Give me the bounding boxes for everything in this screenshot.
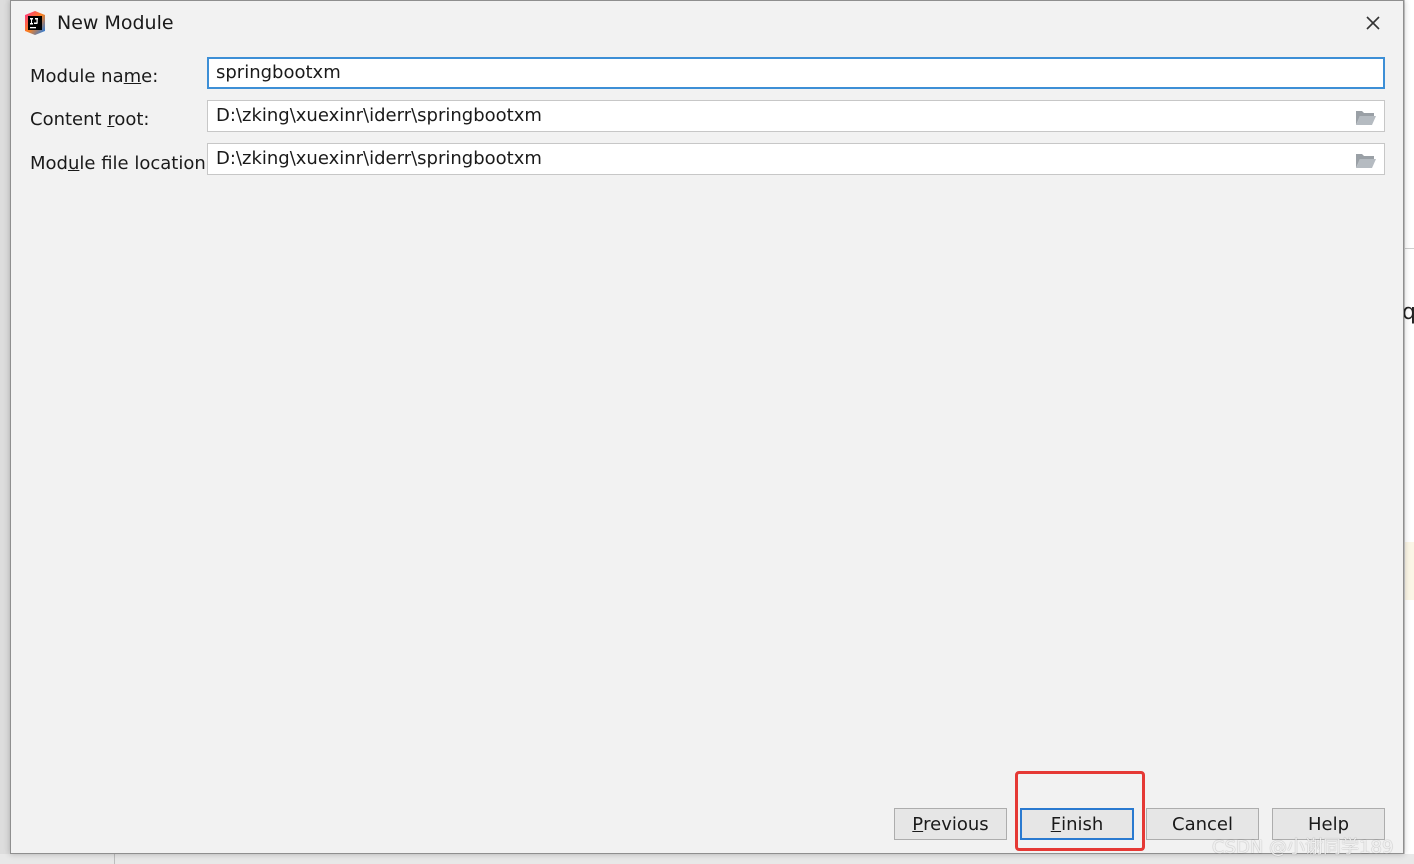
folder-open-icon[interactable] [1354, 107, 1378, 127]
module-file-location-input[interactable]: D:\zking\xuexinr\iderr\springbootxm [207, 143, 1385, 175]
module-name-input[interactable]: springbootxm [207, 57, 1385, 89]
folder-open-icon[interactable] [1354, 150, 1378, 170]
close-icon[interactable] [1357, 9, 1389, 37]
content-root-label: Content root: [30, 109, 150, 130]
background-bottom-divider [114, 854, 115, 864]
background-window-edge [0, 0, 10, 864]
dialog-titlebar: New Module [11, 1, 1403, 45]
previous-button[interactable]: Previous [894, 808, 1007, 840]
new-module-dialog: New Module Module name: springbootxm Con… [10, 0, 1404, 854]
module-file-location-label: Module file location: [30, 153, 212, 174]
background-bottom-bar [0, 854, 1414, 864]
dialog-title: New Module [57, 12, 174, 34]
module-name-label: Module name: [30, 66, 159, 87]
background-divider [1404, 248, 1414, 249]
background-window [1404, 0, 1414, 864]
finish-highlight-annotation [1015, 771, 1145, 851]
watermark-text: CSDN @小谢同学189 [1212, 837, 1394, 858]
background-highlight-strip [1405, 542, 1414, 600]
intellij-idea-icon [23, 11, 47, 35]
content-root-input[interactable]: D:\zking\xuexinr\iderr\springbootxm [207, 100, 1385, 132]
